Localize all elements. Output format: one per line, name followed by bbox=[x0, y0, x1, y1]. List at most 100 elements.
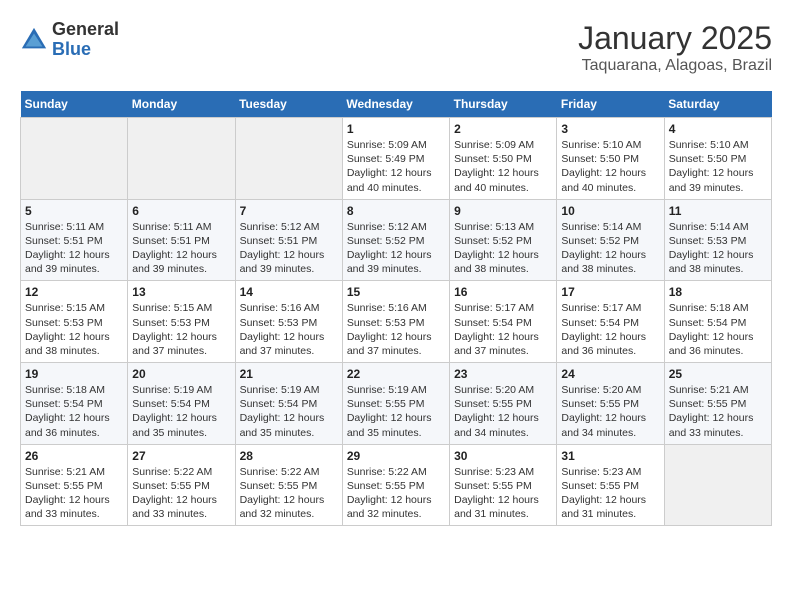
day-number: 28 bbox=[240, 449, 338, 463]
day-of-week-header: Saturday bbox=[664, 91, 771, 118]
calendar-day-cell: 11Sunrise: 5:14 AMSunset: 5:53 PMDayligh… bbox=[664, 199, 771, 281]
day-info: Sunrise: 5:10 AMSunset: 5:50 PMDaylight:… bbox=[669, 138, 767, 195]
calendar-week-row: 1 Sunrise: 5:09 AMSunset: 5:49 PMDaylight… bbox=[21, 118, 772, 200]
day-number: 9 bbox=[454, 204, 552, 218]
day-number: 14 bbox=[240, 285, 338, 299]
day-info: Sunrise: 5:20 AMSunset: 5:55 PMDaylight:… bbox=[561, 383, 659, 440]
calendar-day-cell bbox=[664, 444, 771, 526]
calendar-day-cell: 15 Sunrise: 5:16 AMSunset: 5:53 PMDayligh… bbox=[342, 281, 449, 363]
day-number: 30 bbox=[454, 449, 552, 463]
calendar-day-cell bbox=[128, 118, 235, 200]
calendar-day-cell: 19Sunrise: 5:18 AMSunset: 5:54 PMDayligh… bbox=[21, 363, 128, 445]
day-number: 15 bbox=[347, 285, 445, 299]
day-info: Sunrise: 5:17 AMSunset: 5:54 PMDaylight:… bbox=[561, 301, 659, 358]
calendar-week-row: 5Sunrise: 5:11 AMSunset: 5:51 PMDaylight… bbox=[21, 199, 772, 281]
day-info: Sunrise: 5:20 AMSunset: 5:55 PMDaylight:… bbox=[454, 383, 552, 440]
day-number: 13 bbox=[132, 285, 230, 299]
day-of-week-header: Friday bbox=[557, 91, 664, 118]
day-number: 24 bbox=[561, 367, 659, 381]
day-number: 21 bbox=[240, 367, 338, 381]
day-info: Sunrise: 5:18 AMSunset: 5:54 PMDaylight:… bbox=[669, 301, 767, 358]
logo-icon bbox=[20, 26, 48, 54]
day-info: Sunrise: 5:23 AMSunset: 5:55 PMDaylight:… bbox=[561, 465, 659, 522]
day-number: 10 bbox=[561, 204, 659, 218]
calendar-week-row: 26 Sunrise: 5:21 AMSunset: 5:55 PMDayligh… bbox=[21, 444, 772, 526]
day-info: Sunrise: 5:19 AMSunset: 5:54 PMDaylight:… bbox=[132, 383, 230, 440]
day-info: Sunrise: 5:21 AMSunset: 5:55 PMDaylight:… bbox=[25, 465, 123, 522]
day-of-week-header: Thursday bbox=[450, 91, 557, 118]
calendar-day-cell: 4 Sunrise: 5:10 AMSunset: 5:50 PMDaylight… bbox=[664, 118, 771, 200]
day-number: 3 bbox=[561, 122, 659, 136]
calendar-day-cell: 2 Sunrise: 5:09 AMSunset: 5:50 PMDaylight… bbox=[450, 118, 557, 200]
day-of-week-header: Wednesday bbox=[342, 91, 449, 118]
day-info: Sunrise: 5:09 AMSunset: 5:49 PMDaylight:… bbox=[347, 138, 445, 195]
calendar-day-cell: 23 Sunrise: 5:20 AMSunset: 5:55 PMDayligh… bbox=[450, 363, 557, 445]
day-info: Sunrise: 5:22 AMSunset: 5:55 PMDaylight:… bbox=[240, 465, 338, 522]
calendar-day-cell bbox=[21, 118, 128, 200]
day-number: 4 bbox=[669, 122, 767, 136]
calendar-day-cell: 31 Sunrise: 5:23 AMSunset: 5:55 PMDayligh… bbox=[557, 444, 664, 526]
day-info: Sunrise: 5:16 AMSunset: 5:53 PMDaylight:… bbox=[347, 301, 445, 358]
day-info: Sunrise: 5:23 AMSunset: 5:55 PMDaylight:… bbox=[454, 465, 552, 522]
logo-general-text: General bbox=[52, 20, 119, 40]
calendar-day-cell: 22 Sunrise: 5:19 AMSunset: 5:55 PMDayligh… bbox=[342, 363, 449, 445]
calendar-week-row: 19Sunrise: 5:18 AMSunset: 5:54 PMDayligh… bbox=[21, 363, 772, 445]
calendar-day-cell: 24 Sunrise: 5:20 AMSunset: 5:55 PMDayligh… bbox=[557, 363, 664, 445]
day-number: 18 bbox=[669, 285, 767, 299]
calendar-day-cell: 14 Sunrise: 5:16 AMSunset: 5:53 PMDayligh… bbox=[235, 281, 342, 363]
day-info: Sunrise: 5:21 AMSunset: 5:55 PMDaylight:… bbox=[669, 383, 767, 440]
day-number: 26 bbox=[25, 449, 123, 463]
day-info: Sunrise: 5:11 AMSunset: 5:51 PMDaylight:… bbox=[132, 220, 230, 277]
calendar-day-cell: 30 Sunrise: 5:23 AMSunset: 5:55 PMDayligh… bbox=[450, 444, 557, 526]
calendar-day-cell: 12 Sunrise: 5:15 AMSunset: 5:53 PMDayligh… bbox=[21, 281, 128, 363]
day-of-week-header: Tuesday bbox=[235, 91, 342, 118]
day-info: Sunrise: 5:15 AMSunset: 5:53 PMDaylight:… bbox=[132, 301, 230, 358]
day-of-week-header: Sunday bbox=[21, 91, 128, 118]
calendar-day-cell: 26 Sunrise: 5:21 AMSunset: 5:55 PMDayligh… bbox=[21, 444, 128, 526]
calendar-day-cell: 6Sunrise: 5:11 AMSunset: 5:51 PMDaylight… bbox=[128, 199, 235, 281]
day-number: 22 bbox=[347, 367, 445, 381]
calendar-day-cell: 25 Sunrise: 5:21 AMSunset: 5:55 PMDayligh… bbox=[664, 363, 771, 445]
day-number: 23 bbox=[454, 367, 552, 381]
calendar-day-cell: 20 Sunrise: 5:19 AMSunset: 5:54 PMDayligh… bbox=[128, 363, 235, 445]
title-block: January 2025 Taquarana, Alagoas, Brazil bbox=[578, 20, 772, 75]
month-title: January 2025 bbox=[578, 20, 772, 57]
logo: General Blue bbox=[20, 20, 119, 60]
calendar-day-cell: 21Sunrise: 5:19 AMSunset: 5:54 PMDayligh… bbox=[235, 363, 342, 445]
day-info: Sunrise: 5:22 AMSunset: 5:55 PMDaylight:… bbox=[347, 465, 445, 522]
day-info: Sunrise: 5:19 AMSunset: 5:55 PMDaylight:… bbox=[347, 383, 445, 440]
day-number: 16 bbox=[454, 285, 552, 299]
calendar-day-cell: 1 Sunrise: 5:09 AMSunset: 5:49 PMDaylight… bbox=[342, 118, 449, 200]
calendar-header-row: SundayMondayTuesdayWednesdayThursdayFrid… bbox=[21, 91, 772, 118]
day-info: Sunrise: 5:18 AMSunset: 5:54 PMDaylight:… bbox=[25, 383, 123, 440]
day-info: Sunrise: 5:15 AMSunset: 5:53 PMDaylight:… bbox=[25, 301, 123, 358]
day-info: Sunrise: 5:10 AMSunset: 5:50 PMDaylight:… bbox=[561, 138, 659, 195]
day-number: 27 bbox=[132, 449, 230, 463]
calendar-day-cell bbox=[235, 118, 342, 200]
day-number: 31 bbox=[561, 449, 659, 463]
calendar-day-cell: 8Sunrise: 5:12 AMSunset: 5:52 PMDaylight… bbox=[342, 199, 449, 281]
location: Taquarana, Alagoas, Brazil bbox=[578, 57, 772, 75]
calendar-day-cell: 3 Sunrise: 5:10 AMSunset: 5:50 PMDaylight… bbox=[557, 118, 664, 200]
logo-blue-text: Blue bbox=[52, 40, 119, 60]
day-number: 7 bbox=[240, 204, 338, 218]
calendar-day-cell: 27 Sunrise: 5:22 AMSunset: 5:55 PMDayligh… bbox=[128, 444, 235, 526]
day-number: 1 bbox=[347, 122, 445, 136]
day-info: Sunrise: 5:16 AMSunset: 5:53 PMDaylight:… bbox=[240, 301, 338, 358]
day-number: 20 bbox=[132, 367, 230, 381]
calendar-day-cell: 28 Sunrise: 5:22 AMSunset: 5:55 PMDayligh… bbox=[235, 444, 342, 526]
day-number: 2 bbox=[454, 122, 552, 136]
calendar-day-cell: 13 Sunrise: 5:15 AMSunset: 5:53 PMDayligh… bbox=[128, 281, 235, 363]
day-number: 12 bbox=[25, 285, 123, 299]
day-number: 25 bbox=[669, 367, 767, 381]
day-info: Sunrise: 5:12 AMSunset: 5:51 PMDaylight:… bbox=[240, 220, 338, 277]
calendar-day-cell: 10 Sunrise: 5:14 AMSunset: 5:52 PMDayligh… bbox=[557, 199, 664, 281]
day-number: 17 bbox=[561, 285, 659, 299]
day-info: Sunrise: 5:22 AMSunset: 5:55 PMDaylight:… bbox=[132, 465, 230, 522]
day-number: 11 bbox=[669, 204, 767, 218]
calendar-day-cell: 5Sunrise: 5:11 AMSunset: 5:51 PMDaylight… bbox=[21, 199, 128, 281]
calendar-day-cell: 7 Sunrise: 5:12 AMSunset: 5:51 PMDaylight… bbox=[235, 199, 342, 281]
calendar-week-row: 12 Sunrise: 5:15 AMSunset: 5:53 PMDayligh… bbox=[21, 281, 772, 363]
day-info: Sunrise: 5:14 AMSunset: 5:52 PMDaylight:… bbox=[561, 220, 659, 277]
day-info: Sunrise: 5:09 AMSunset: 5:50 PMDaylight:… bbox=[454, 138, 552, 195]
